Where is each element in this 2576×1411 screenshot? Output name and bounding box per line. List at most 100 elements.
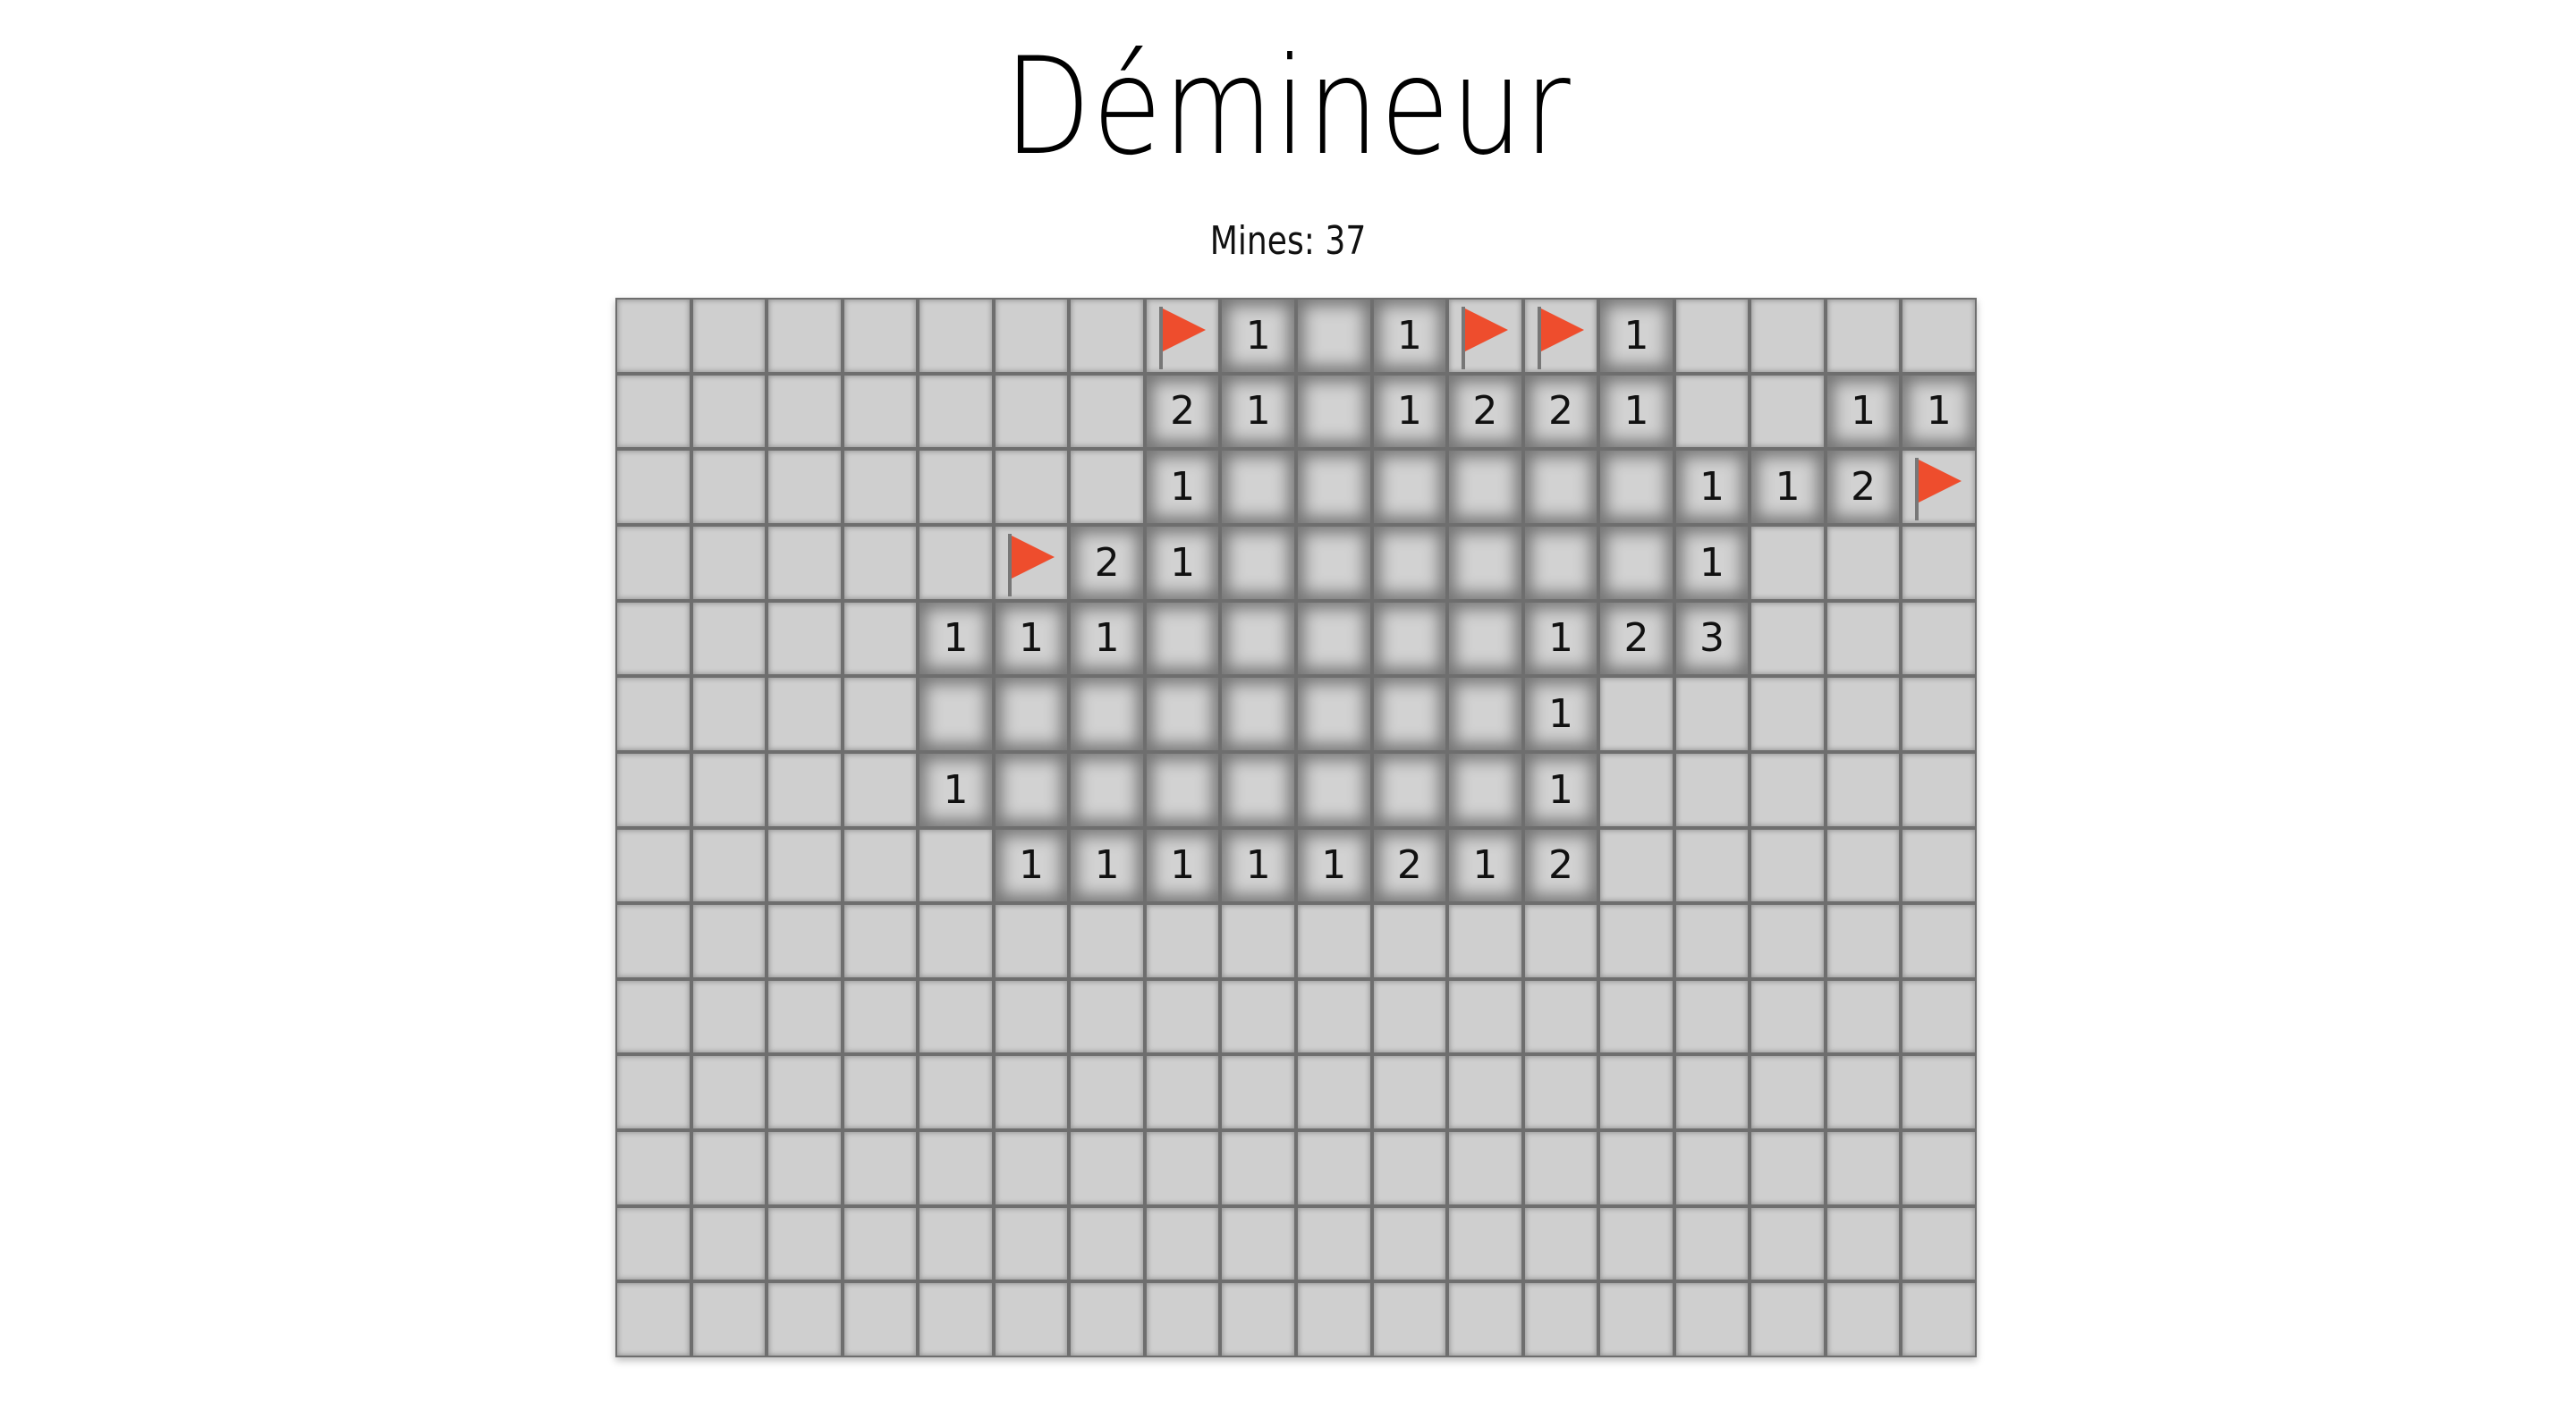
- closed-cell[interactable]: [615, 1281, 691, 1357]
- opened-cell[interactable]: [1220, 600, 1296, 677]
- closed-cell[interactable]: [842, 1130, 919, 1206]
- closed-cell[interactable]: [1371, 1281, 1448, 1357]
- closed-cell[interactable]: [1598, 676, 1674, 752]
- closed-cell[interactable]: [1825, 978, 1902, 1055]
- closed-cell[interactable]: [1674, 978, 1750, 1055]
- closed-cell[interactable]: [615, 751, 691, 828]
- closed-cell[interactable]: [1069, 1130, 1145, 1206]
- opened-cell[interactable]: 2: [1522, 827, 1599, 904]
- closed-cell[interactable]: [842, 373, 919, 450]
- closed-cell[interactable]: [1371, 1205, 1448, 1282]
- closed-cell[interactable]: [918, 373, 994, 450]
- closed-cell[interactable]: [1296, 903, 1372, 979]
- closed-cell[interactable]: [993, 1130, 1070, 1206]
- closed-cell[interactable]: [1371, 1130, 1448, 1206]
- closed-cell[interactable]: [1069, 373, 1145, 450]
- closed-cell[interactable]: [1069, 978, 1145, 1055]
- closed-cell[interactable]: [1144, 978, 1221, 1055]
- closed-cell[interactable]: [1674, 676, 1750, 752]
- closed-cell[interactable]: [615, 903, 691, 979]
- opened-cell[interactable]: 1: [1750, 449, 1826, 525]
- opened-cell[interactable]: 2: [1069, 524, 1145, 601]
- closed-cell[interactable]: [1825, 1130, 1902, 1206]
- closed-cell[interactable]: [615, 1130, 691, 1206]
- opened-cell[interactable]: 1: [1598, 373, 1674, 450]
- closed-cell[interactable]: [1069, 1205, 1145, 1282]
- closed-cell[interactable]: [1750, 1054, 1826, 1131]
- closed-cell[interactable]: [918, 827, 994, 904]
- closed-cell[interactable]: [1522, 1054, 1599, 1131]
- closed-cell[interactable]: [691, 978, 767, 1055]
- opened-cell[interactable]: [1522, 524, 1599, 601]
- closed-cell[interactable]: [691, 449, 767, 525]
- closed-cell[interactable]: [1674, 751, 1750, 828]
- closed-cell[interactable]: [1750, 373, 1826, 450]
- opened-cell[interactable]: [1447, 600, 1523, 677]
- closed-cell[interactable]: [1825, 1054, 1902, 1131]
- closed-cell[interactable]: [918, 298, 994, 374]
- closed-cell[interactable]: [1447, 903, 1523, 979]
- closed-cell[interactable]: [767, 903, 843, 979]
- opened-cell[interactable]: [1371, 751, 1448, 828]
- opened-cell[interactable]: 2: [1598, 600, 1674, 677]
- closed-cell[interactable]: [615, 449, 691, 525]
- closed-cell[interactable]: [691, 524, 767, 601]
- closed-cell[interactable]: [1144, 1130, 1221, 1206]
- closed-cell[interactable]: [1447, 1130, 1523, 1206]
- opened-cell[interactable]: [1371, 524, 1448, 601]
- closed-cell[interactable]: [842, 676, 919, 752]
- opened-cell[interactable]: [1296, 751, 1372, 828]
- closed-cell[interactable]: [1674, 373, 1750, 450]
- closed-cell[interactable]: [1144, 903, 1221, 979]
- flagged-cell[interactable]: [1144, 298, 1221, 374]
- closed-cell[interactable]: [1901, 751, 1977, 828]
- opened-cell[interactable]: [1220, 751, 1296, 828]
- closed-cell[interactable]: [1901, 298, 1977, 374]
- opened-cell[interactable]: [918, 676, 994, 752]
- closed-cell[interactable]: [1674, 827, 1750, 904]
- closed-cell[interactable]: [1522, 1281, 1599, 1357]
- opened-cell[interactable]: [993, 751, 1070, 828]
- closed-cell[interactable]: [1825, 751, 1902, 828]
- closed-cell[interactable]: [615, 524, 691, 601]
- opened-cell[interactable]: [1371, 676, 1448, 752]
- closed-cell[interactable]: [993, 978, 1070, 1055]
- closed-cell[interactable]: [1901, 1205, 1977, 1282]
- closed-cell[interactable]: [1825, 524, 1902, 601]
- closed-cell[interactable]: [1674, 1281, 1750, 1357]
- closed-cell[interactable]: [993, 1281, 1070, 1357]
- closed-cell[interactable]: [1901, 827, 1977, 904]
- opened-cell[interactable]: [1144, 676, 1221, 752]
- opened-cell[interactable]: 1: [1598, 298, 1674, 374]
- opened-cell[interactable]: [1598, 449, 1674, 525]
- closed-cell[interactable]: [615, 978, 691, 1055]
- opened-cell[interactable]: [1069, 676, 1145, 752]
- opened-cell[interactable]: 1: [1296, 827, 1372, 904]
- closed-cell[interactable]: [993, 449, 1070, 525]
- opened-cell[interactable]: 1: [1371, 298, 1448, 374]
- closed-cell[interactable]: [615, 1054, 691, 1131]
- opened-cell[interactable]: [1144, 751, 1221, 828]
- closed-cell[interactable]: [1750, 1205, 1826, 1282]
- closed-cell[interactable]: [842, 524, 919, 601]
- closed-cell[interactable]: [1901, 978, 1977, 1055]
- closed-cell[interactable]: [842, 751, 919, 828]
- opened-cell[interactable]: [1220, 449, 1296, 525]
- closed-cell[interactable]: [1901, 676, 1977, 752]
- closed-cell[interactable]: [1598, 1281, 1674, 1357]
- opened-cell[interactable]: 1: [1069, 600, 1145, 677]
- closed-cell[interactable]: [615, 298, 691, 374]
- closed-cell[interactable]: [1825, 903, 1902, 979]
- opened-cell[interactable]: [1296, 449, 1372, 525]
- closed-cell[interactable]: [1069, 298, 1145, 374]
- closed-cell[interactable]: [842, 298, 919, 374]
- opened-cell[interactable]: [1522, 449, 1599, 525]
- closed-cell[interactable]: [1522, 1205, 1599, 1282]
- flagged-cell[interactable]: [1901, 449, 1977, 525]
- closed-cell[interactable]: [1598, 1054, 1674, 1131]
- closed-cell[interactable]: [1825, 1205, 1902, 1282]
- opened-cell[interactable]: 2: [1371, 827, 1448, 904]
- closed-cell[interactable]: [1901, 1054, 1977, 1131]
- opened-cell[interactable]: [1296, 298, 1372, 374]
- opened-cell[interactable]: 1: [918, 751, 994, 828]
